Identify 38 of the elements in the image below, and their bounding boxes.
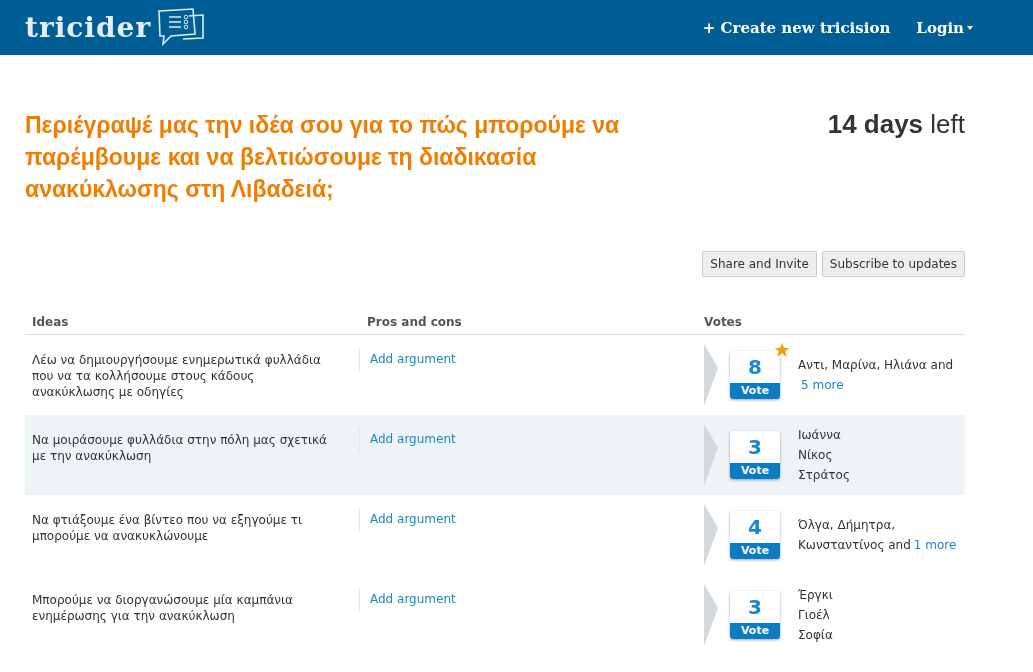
idea-text: Να φτιάξουμε ένα βίντεο που να εξηγούμε τι μπορούμε να ανακυκλώνουμε [31,512,304,545]
days-left: 14 days left [827,109,965,141]
logo-text[interactable]: tricider [25,11,152,44]
chevron-icon [704,424,718,486]
action-button[interactable]: Share and Invite [702,251,817,277]
column-header: Votes [703,315,743,329]
idea-text: Να μοιράσουμε φυλλάδια στην πόλη μας σχετικά με την ανακύκλωση [31,432,328,465]
caret-icon [967,25,973,30]
voter-names: Στράτος [798,468,850,482]
more-voters-link[interactable]: 1 more [913,538,957,552]
voter-names: Νίκος [798,448,833,462]
chevron-icon [704,344,718,406]
voter-names: Αντι, Μαρίνα, Ηλιάνα and [798,358,954,372]
idea-text: Μπορούμε να διοργανώσουμε μία καμπάνια ενημέρωσης για την ανακύκλωση [31,592,294,625]
vote-button[interactable]: 3 Vote [730,431,780,479]
voter-names: Κωνσταντίνος and [798,538,911,552]
login-menu[interactable]: Login [916,18,973,37]
voter-names: Όλγα, Δήμητρα, [798,518,896,532]
more-voters-link[interactable]: 5 more [801,378,844,392]
voter-names: Ιωάννα [798,428,841,442]
chevron-icon [704,584,718,646]
create-link[interactable]: + Create new tricision [702,18,891,37]
action-button[interactable]: Subscribe to updates [821,251,965,277]
column-header: Pros and cons [366,315,463,329]
question-title: Περιέγραψέ μας την ιδέα σου για το πώς μπορούμε να παρέμβουμε και να βελτιώσουμε τη διαδικασία ανακύκλωσης στη Λιβαδειά; [25,111,621,204]
voter-names: Έργκι [798,588,833,602]
add-argument-link[interactable]: Add argument [359,349,456,371]
column-header: Ideas [31,315,70,329]
voter-names: Σοφία [798,628,833,642]
vote-button[interactable]: 4 Vote [730,511,780,559]
vote-button[interactable]: 8 Vote [730,351,780,399]
idea-text: Λέω να δημιουργήσουμε ενημερωτικά φυλλάδια που να τα κολλήσουμε στους κάδους ανακύκλωσης με οδηγίες [31,352,322,401]
add-argument-link[interactable]: Add argument [359,509,456,531]
vote-button[interactable]: 3 Vote [730,591,780,639]
chevron-icon [704,504,718,566]
voter-names: Γιοέλ [798,608,830,622]
add-argument-link[interactable]: Add argument [359,429,456,451]
add-argument-link[interactable]: Add argument [359,589,456,611]
